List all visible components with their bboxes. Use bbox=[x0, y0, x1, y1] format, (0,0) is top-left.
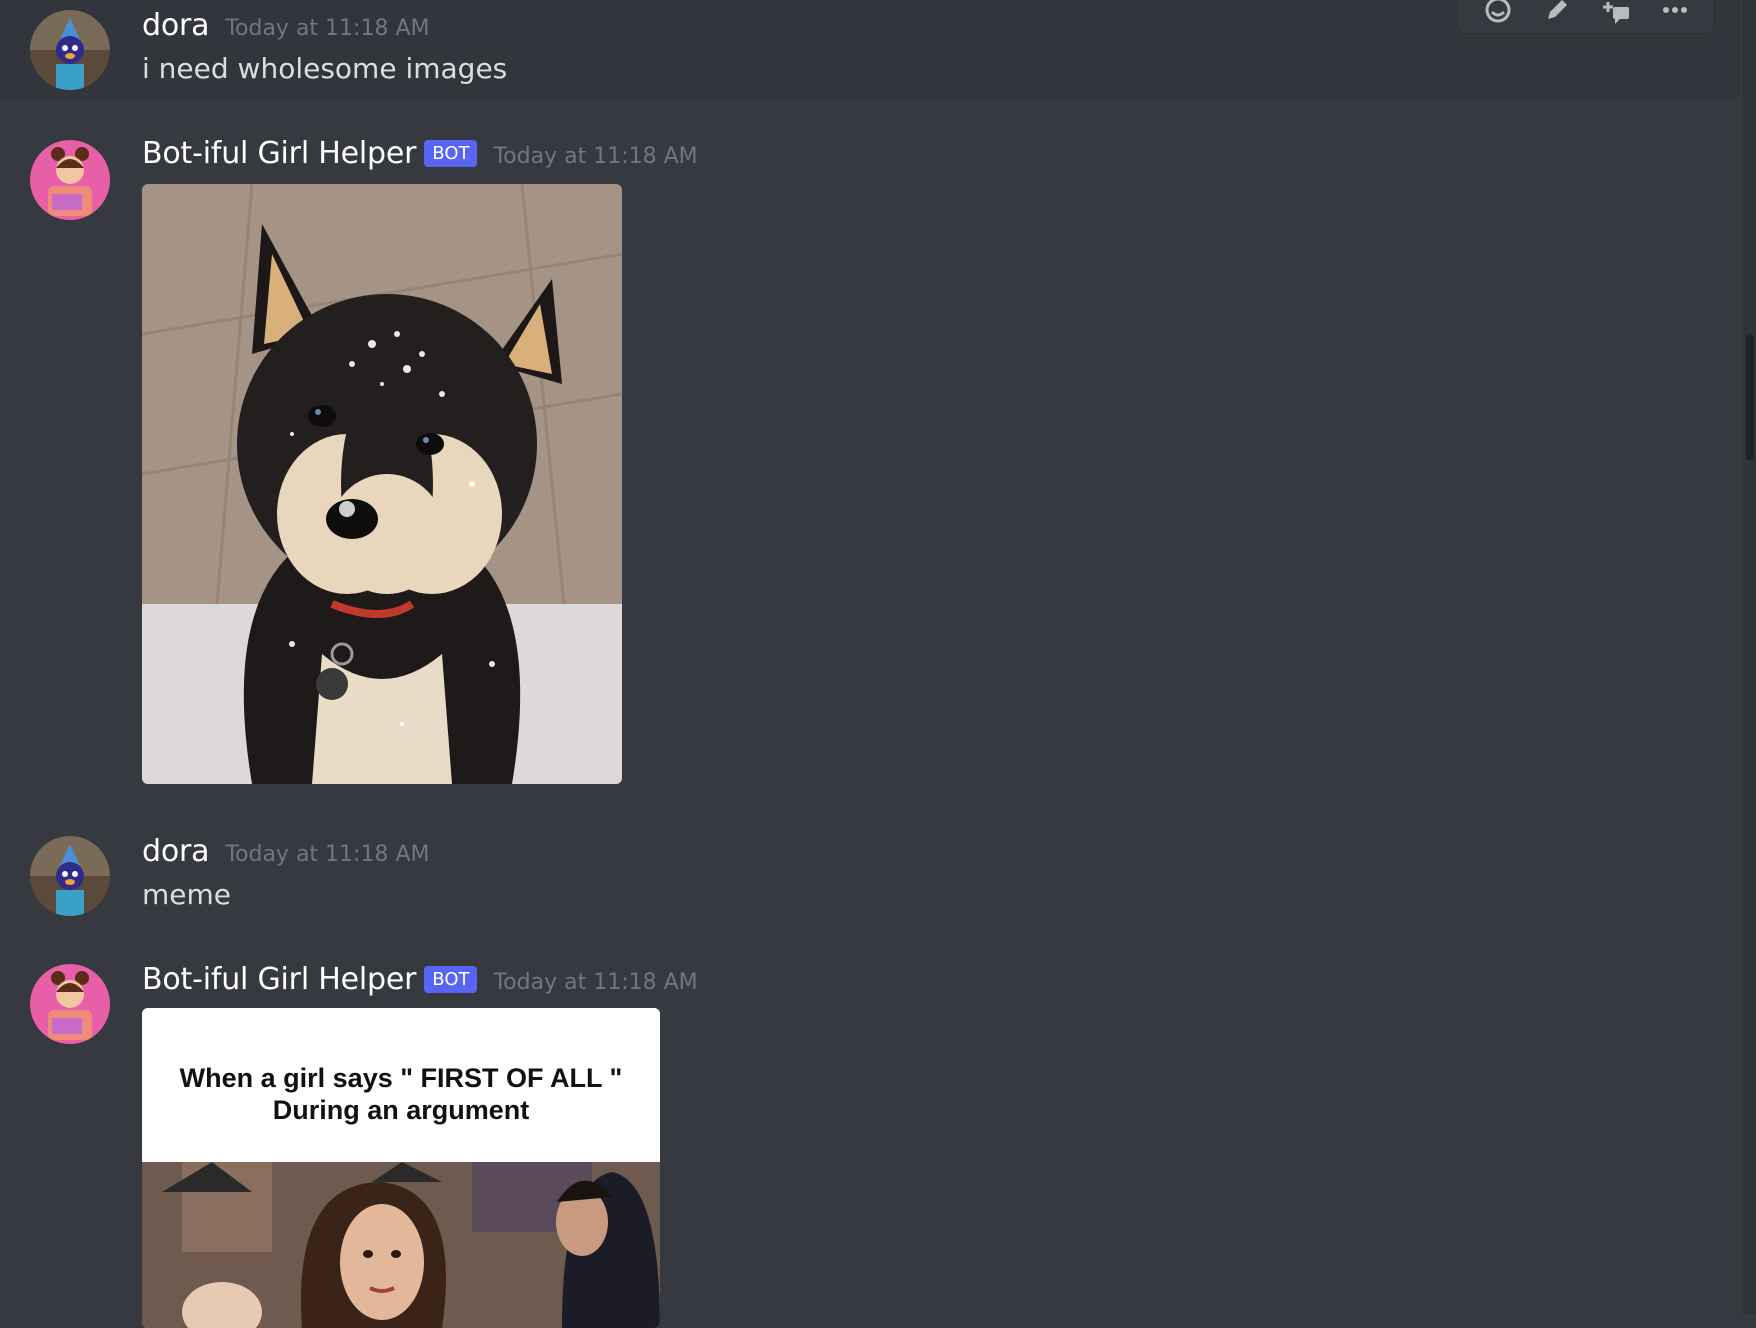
author-name[interactable]: dora bbox=[142, 834, 210, 869]
timestamp: Today at 11:18 AM bbox=[493, 144, 698, 169]
create-thread-icon[interactable] bbox=[1596, 0, 1636, 30]
message-text: i need wholesome images bbox=[142, 52, 508, 85]
scrollbar-thumb[interactable] bbox=[1746, 335, 1754, 460]
meme-photo bbox=[142, 1162, 660, 1328]
scrollbar[interactable] bbox=[1742, 0, 1756, 1314]
message-toolbar bbox=[1457, 0, 1715, 34]
more-icon[interactable] bbox=[1655, 0, 1695, 30]
dora-avatar[interactable] bbox=[30, 10, 110, 90]
message-3[interactable]: dora Today at 11:18 AM meme bbox=[0, 820, 1740, 920]
add-reaction-icon[interactable] bbox=[1478, 0, 1518, 30]
message-2[interactable]: Bot-iful Girl Helper BOT Today at 11:18 … bbox=[0, 118, 1740, 798]
bot-badge: BOT bbox=[424, 966, 478, 993]
author-name[interactable]: dora bbox=[142, 8, 210, 43]
timestamp: Today at 11:18 AM bbox=[225, 16, 430, 41]
author-name[interactable]: Bot-iful Girl Helper bbox=[142, 962, 416, 997]
author-name[interactable]: Bot-iful Girl Helper bbox=[142, 136, 416, 171]
message-text: meme bbox=[142, 878, 232, 911]
bot-badge: BOT bbox=[424, 140, 478, 167]
timestamp: Today at 11:18 AM bbox=[493, 970, 698, 995]
dora-avatar[interactable] bbox=[30, 836, 110, 916]
bot-avatar[interactable] bbox=[30, 964, 110, 1044]
edit-icon[interactable] bbox=[1537, 0, 1577, 30]
message-4[interactable]: Bot-iful Girl Helper BOT Today at 11:18 … bbox=[0, 940, 1740, 1328]
meme-caption-line2: During an argument bbox=[272, 1095, 530, 1125]
meme-caption-line1: When a girl says " FIRST OF ALL " bbox=[179, 1063, 623, 1093]
message-1[interactable]: dora Today at 11:18 AM i need wholesome … bbox=[0, 0, 1740, 98]
bot-avatar[interactable] bbox=[30, 140, 110, 220]
image-attachment[interactable] bbox=[142, 184, 622, 784]
timestamp: Today at 11:18 AM bbox=[225, 842, 430, 867]
meme-attachment[interactable]: When a girl says " FIRST OF ALL " During… bbox=[142, 1008, 660, 1328]
